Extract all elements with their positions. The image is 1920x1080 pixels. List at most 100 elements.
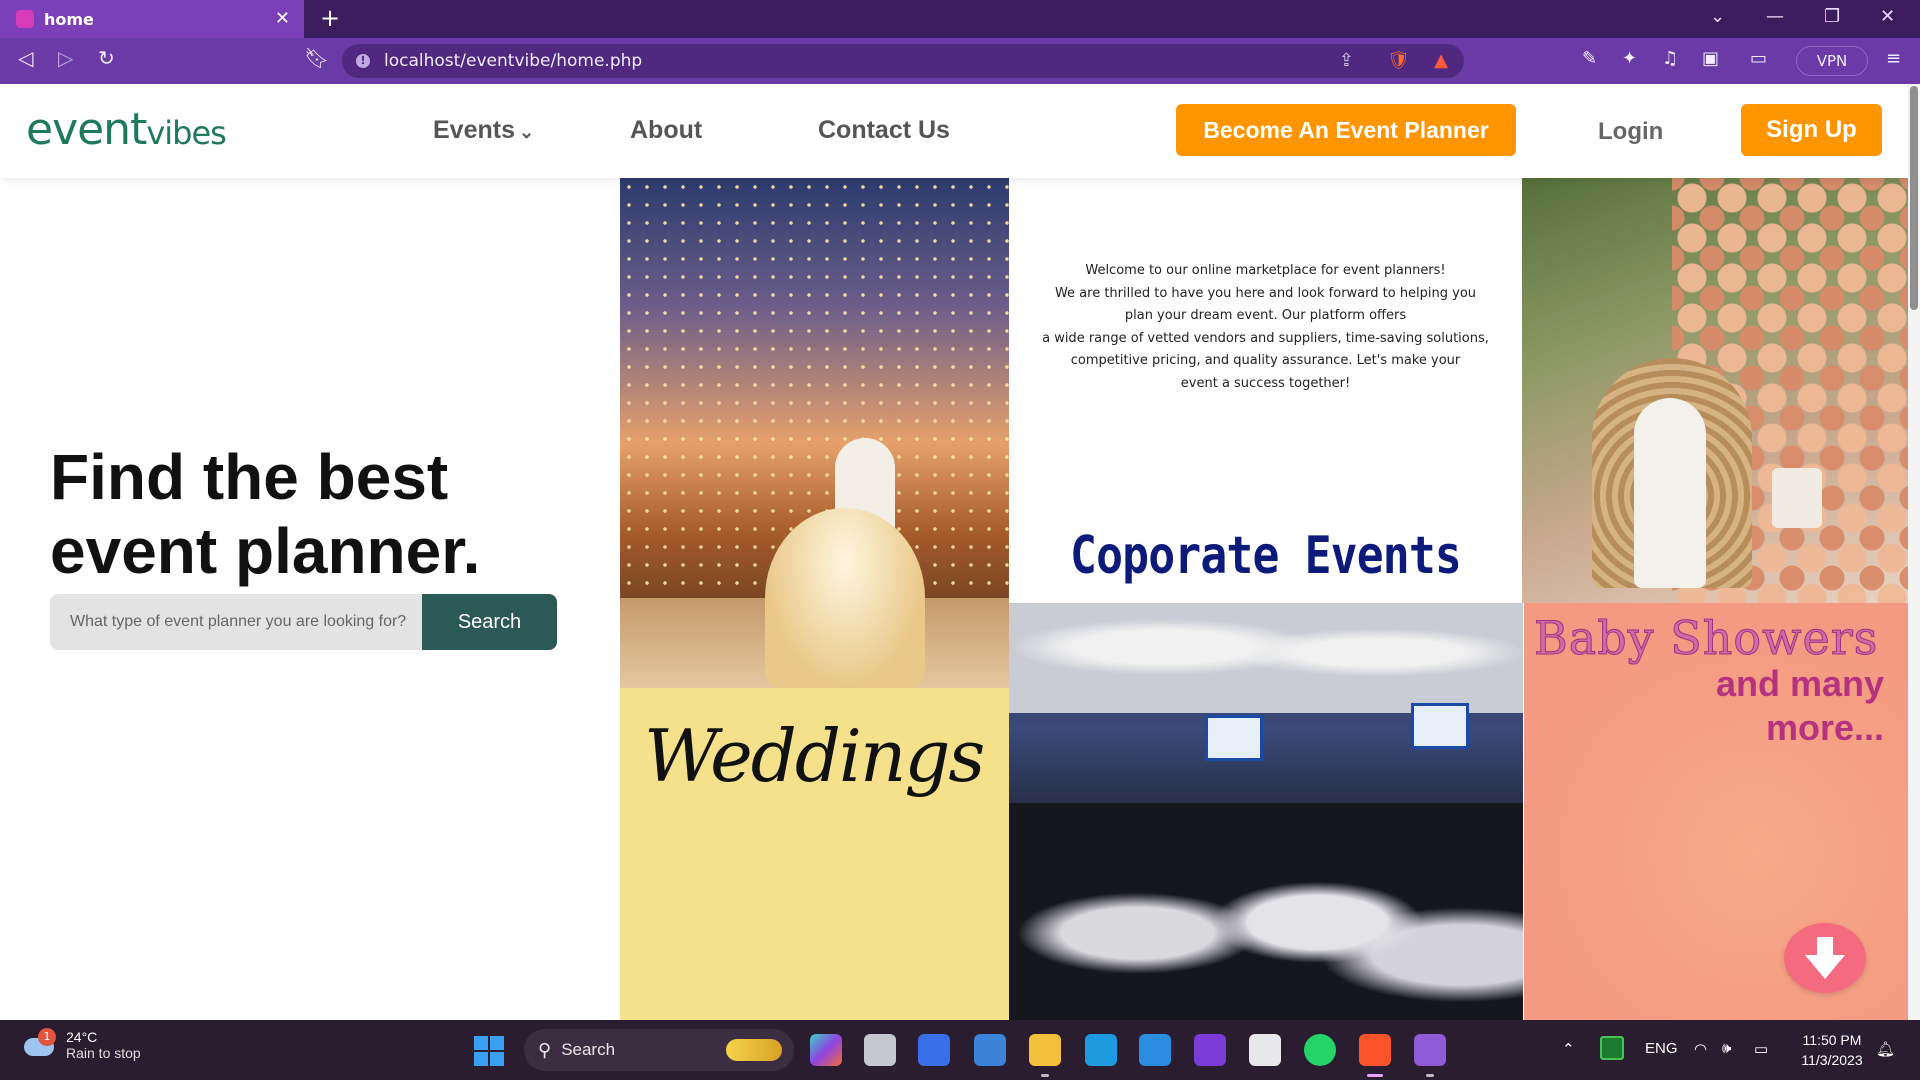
tab-search-chevron-icon[interactable]: ⌄ — [1710, 6, 1725, 27]
browser-toolbar: ◁ ▷ ↻ 🔖︎ ! localhost/eventvibe/home.php … — [0, 38, 1920, 84]
notepad-icon[interactable] — [974, 1034, 1006, 1066]
windows-logo-icon — [490, 1052, 504, 1066]
media-icon[interactable]: ♫ — [1662, 48, 1678, 69]
tray-app-icon[interactable] — [1600, 1036, 1624, 1060]
corporate-event-photo — [1009, 603, 1523, 1020]
windows-logo-icon — [490, 1036, 504, 1050]
new-tab-button[interactable]: + — [320, 4, 340, 32]
baby-showers-label: Baby Showers — [1533, 611, 1879, 666]
and-many-label: and many — [1715, 663, 1884, 704]
clock[interactable]: 11:50 PM 11/3/2023 — [1796, 1030, 1868, 1070]
app-icon[interactable] — [1085, 1034, 1117, 1066]
back-icon[interactable]: ◁ — [18, 46, 33, 70]
visual-studio-icon[interactable] — [1194, 1034, 1226, 1066]
become-planner-button[interactable]: Become An Event Planner — [1176, 104, 1516, 156]
brave-rewards-icon[interactable]: ▲ — [1434, 50, 1448, 71]
presentation-screen — [1411, 703, 1469, 749]
tab-close-icon[interactable]: ✕ — [275, 8, 290, 29]
clock-time: 11:50 PM — [1802, 1032, 1862, 1048]
file-explorer-icon[interactable] — [1029, 1034, 1061, 1077]
taskbar-search-label: Search — [561, 1040, 616, 1059]
address-bar[interactable]: ! localhost/eventvibe/home.php ⇪ 🛡︎ ▲ — [342, 44, 1464, 78]
logo[interactable]: eventvibes — [26, 104, 227, 155]
wallet-icon[interactable]: ▭ — [1750, 48, 1767, 69]
weather-condition: Rain to stop — [66, 1045, 141, 1061]
signup-button[interactable]: Sign Up — [1741, 104, 1882, 156]
taskbar-search[interactable]: ⚲ Search — [524, 1029, 794, 1071]
app-icon[interactable] — [1414, 1034, 1446, 1077]
vpn-label: VPN — [1816, 52, 1848, 70]
welcome-line: plan your dream event. Our platform offe… — [1124, 308, 1407, 323]
login-link[interactable]: Login — [1598, 118, 1663, 146]
weddings-tile: Weddings — [620, 688, 1009, 1020]
search-icon: ⚲ — [538, 1039, 552, 1060]
bride-dress — [765, 508, 925, 688]
weather-widget[interactable]: 1 24°C Rain to stop — [22, 1028, 141, 1062]
volume-icon[interactable]: 🕪︎ — [1722, 1040, 1731, 1057]
whatsapp-icon[interactable] — [1304, 1034, 1336, 1066]
browser-tab-home[interactable]: home ✕ — [0, 0, 304, 38]
tab-title: home — [44, 9, 94, 29]
welcome-line: We are thrilled to have you here and loo… — [1054, 285, 1477, 301]
chevron-up-icon[interactable]: ⌃ — [1562, 1040, 1575, 1058]
search-highlight-icon — [726, 1039, 782, 1061]
sidebar-icon[interactable]: ▣ — [1702, 48, 1719, 69]
wedding-couple — [765, 428, 925, 688]
logo-main: event — [26, 104, 147, 155]
scroll-down-button[interactable] — [1784, 923, 1866, 993]
clock-date: 11/3/2023 — [1801, 1052, 1863, 1068]
search-button[interactable]: Search — [422, 594, 557, 650]
language-indicator[interactable]: ENG — [1645, 1040, 1678, 1057]
url-text[interactable]: localhost/eventvibe/home.php — [384, 51, 1464, 71]
vscode-icon[interactable] — [1139, 1034, 1171, 1066]
vpn-button[interactable]: VPN — [1796, 46, 1868, 76]
windows-taskbar: 1 24°C Rain to stop ⚲ Search ⌃ ENG ◠ 🕪︎ … — [0, 1020, 1920, 1080]
baby-shower-photo — [1522, 178, 1908, 603]
forward-icon[interactable]: ▷ — [58, 46, 73, 70]
battery-icon[interactable]: ▭ — [1754, 1040, 1768, 1058]
nav-about-link[interactable]: About — [630, 116, 702, 145]
arrow-down-icon — [1805, 937, 1845, 979]
app-icon[interactable] — [918, 1034, 950, 1066]
welcome-line: a wide range of vetted vendors and suppl… — [1042, 330, 1489, 346]
ceiling-lights — [1009, 603, 1523, 713]
eyedropper-icon[interactable]: ✎ — [1582, 48, 1597, 69]
close-window-icon[interactable]: ✕ — [1880, 6, 1895, 27]
snipping-tool-icon[interactable] — [1249, 1034, 1281, 1066]
windows-logo-icon — [474, 1052, 488, 1066]
site-header: eventvibes Events ⌄ About Contact Us Beco… — [0, 84, 1908, 178]
nav-contact-link[interactable]: Contact Us — [818, 116, 950, 145]
share-icon[interactable]: ⇪ — [1339, 50, 1354, 71]
baby-showers-tile: Baby Showers and many more... — [1524, 603, 1908, 1020]
more-label: more... — [1765, 707, 1884, 748]
scrollbar-thumb[interactable] — [1910, 86, 1918, 310]
wifi-icon[interactable]: ◠ — [1694, 1040, 1707, 1058]
cake — [1772, 468, 1822, 528]
welcome-line: Welcome to our online marketplace for ev… — [1085, 263, 1446, 278]
start-button[interactable] — [474, 1036, 504, 1066]
extensions-icon[interactable]: ✦ — [1622, 48, 1637, 69]
restore-icon[interactable]: ❐ — [1824, 6, 1840, 27]
notification-bell-icon[interactable]: 🔔︎ — [1876, 1040, 1895, 1058]
task-view-icon[interactable] — [864, 1034, 896, 1066]
copilot-icon[interactable] — [810, 1034, 842, 1066]
brave-browser-icon[interactable] — [1359, 1034, 1391, 1077]
site-info-icon[interactable]: ! — [356, 54, 370, 68]
bookmark-icon[interactable]: 🔖︎ — [304, 46, 329, 70]
logo-small: vibes — [146, 114, 226, 152]
brave-shields-icon[interactable]: 🛡︎ — [1387, 50, 1410, 71]
welcome-tile: Welcome to our online marketplace for ev… — [1009, 178, 1522, 603]
minimize-icon[interactable]: — — [1766, 6, 1784, 27]
hero-title: Find the best event planner. — [50, 440, 610, 588]
page-scrollbar[interactable] — [1908, 84, 1920, 1020]
welcome-message: Welcome to our online marketplace for ev… — [1025, 260, 1506, 395]
nav-events-dropdown[interactable]: Events ⌄ — [433, 116, 534, 145]
banquet-tables — [1009, 803, 1523, 1020]
planner-search-input[interactable] — [50, 594, 424, 650]
welcome-line: competitive pricing, and quality assuran… — [1070, 353, 1461, 368]
menu-icon[interactable]: ≡ — [1886, 48, 1901, 69]
weather-temperature: 24°C — [66, 1029, 98, 1045]
reload-icon[interactable]: ↻ — [98, 46, 115, 70]
expectant-mother — [1634, 398, 1706, 588]
site-favicon-icon — [16, 10, 34, 28]
